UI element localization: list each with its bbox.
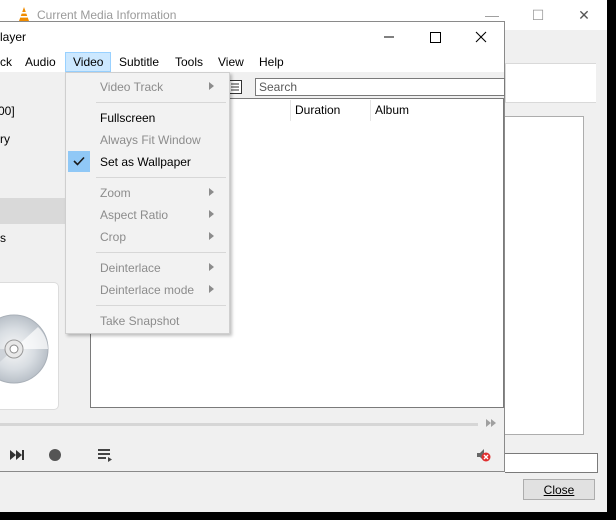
sidebar-item-selected[interactable] xyxy=(0,198,66,224)
next-track-icon[interactable] xyxy=(7,446,27,464)
menu-playback[interactable]: ck xyxy=(0,52,19,72)
column-header-album[interactable]: Album xyxy=(370,100,500,121)
maximize-icon: ☐ xyxy=(531,7,545,23)
chevron-right-icon xyxy=(209,263,214,271)
column-header-duration[interactable]: Duration xyxy=(290,100,370,121)
chevron-right-icon xyxy=(209,285,214,293)
album-art-box xyxy=(0,282,59,410)
menu-subtitle[interactable]: Subtitle xyxy=(112,52,166,72)
search-input[interactable] xyxy=(259,80,499,94)
screen-edge xyxy=(607,0,616,520)
disc-art-icon xyxy=(0,314,49,384)
menu-separator xyxy=(96,305,226,306)
close-window-button[interactable] xyxy=(458,26,504,48)
vlc-titlebar: layer xyxy=(0,22,504,52)
menu-video[interactable]: Video xyxy=(65,52,112,72)
sidebar-item-playlist[interactable]: 00] xyxy=(0,104,15,118)
sidebar-item-devices[interactable]: s xyxy=(0,231,6,245)
maximize-icon xyxy=(430,32,441,43)
minimize-button[interactable] xyxy=(366,26,412,48)
menu-item-video-track[interactable]: Video Track xyxy=(100,80,163,94)
media-info-title: Current Media Information xyxy=(37,8,177,22)
menu-item-zoom[interactable]: Zoom xyxy=(100,186,131,200)
media-info-location-field[interactable] xyxy=(505,453,598,473)
menu-view[interactable]: View xyxy=(211,52,251,72)
chevron-right-icon xyxy=(209,232,214,240)
menu-item-aspect-ratio[interactable]: Aspect Ratio xyxy=(100,208,168,222)
menu-item-always-fit-window[interactable]: Always Fit Window xyxy=(100,133,201,147)
menu-help[interactable]: Help xyxy=(252,52,291,72)
media-info-close-button[interactable]: ✕ xyxy=(561,4,607,26)
fast-forward-icon xyxy=(486,419,496,427)
chevron-right-icon xyxy=(209,210,214,218)
search-box[interactable] xyxy=(255,78,505,96)
menu-item-deinterlace[interactable]: Deinterlace xyxy=(100,261,161,275)
menu-separator xyxy=(96,102,226,103)
mute-icon[interactable] xyxy=(474,446,494,464)
menu-tools[interactable]: Tools xyxy=(168,52,210,72)
checkmark-icon xyxy=(73,156,85,166)
chevron-right-icon xyxy=(209,82,214,90)
sidebar-item-library[interactable]: ry xyxy=(0,132,10,146)
close-button[interactable]: Close xyxy=(523,479,595,500)
close-icon xyxy=(475,31,487,43)
seek-bar[interactable] xyxy=(0,423,478,426)
media-info-list[interactable] xyxy=(505,116,584,435)
record-icon[interactable] xyxy=(45,446,65,464)
playlist-icon[interactable] xyxy=(95,446,115,464)
menu-separator xyxy=(96,177,226,178)
chevron-right-icon xyxy=(209,188,214,196)
media-info-maximize-button[interactable]: ☐ xyxy=(515,4,561,26)
maximize-button[interactable] xyxy=(412,26,458,48)
menu-item-take-snapshot[interactable]: Take Snapshot xyxy=(100,314,179,328)
close-button-label: Close xyxy=(543,483,575,497)
vlc-title: layer xyxy=(0,30,27,44)
close-icon: ✕ xyxy=(578,7,590,23)
media-info-panel xyxy=(505,63,596,103)
menu-item-fullscreen[interactable]: Fullscreen xyxy=(100,111,155,125)
menu-separator xyxy=(96,252,226,253)
menu-audio[interactable]: Audio xyxy=(18,52,63,72)
menu-item-deinterlace-mode[interactable]: Deinterlace mode xyxy=(100,283,194,297)
menu-item-set-as-wallpaper[interactable]: Set as Wallpaper xyxy=(100,155,191,169)
menu-item-crop[interactable]: Crop xyxy=(100,230,126,244)
